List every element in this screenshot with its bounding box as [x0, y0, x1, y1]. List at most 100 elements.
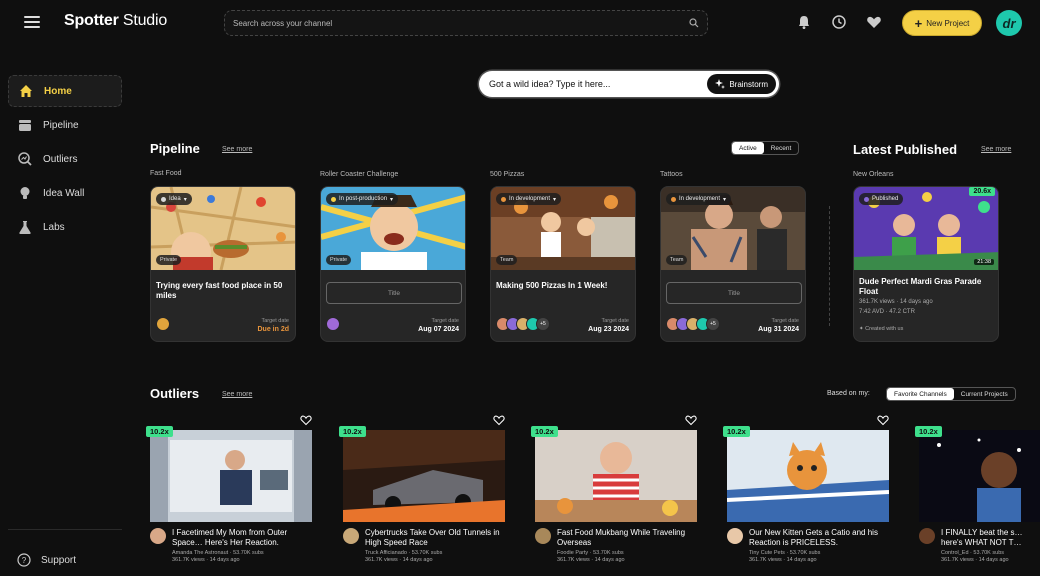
video-title: Dude Perfect Mardi Gras Parade Float: [859, 277, 982, 296]
status-pill[interactable]: Idea ▾: [156, 193, 192, 205]
toggle-favorite-channels[interactable]: Favorite Channels: [887, 388, 954, 400]
views: 361.7K views: [749, 557, 782, 563]
pipeline-icon: [19, 120, 31, 131]
favorite-heart-icon[interactable]: [877, 414, 889, 426]
outlier-card[interactable]: 10.2x I Facetimed My Mom from Outer Spac…: [146, 415, 312, 563]
channel-name[interactable]: Control_Ed: [941, 550, 969, 556]
new-project-button[interactable]: + New Project: [902, 10, 982, 36]
target-date: Target date Aug 23 2024: [588, 318, 629, 333]
outlier-card[interactable]: 10.2x Our New Kitten Gets a Catio and hi…: [723, 415, 889, 563]
outliers-toggle: Favorite Channels Current Projects: [886, 387, 1016, 401]
status-label: Published: [872, 196, 899, 202]
channel-name[interactable]: Tiny Cute Pets: [749, 550, 785, 556]
status-label: In development: [509, 196, 551, 202]
brainstorm-button[interactable]: Brainstorm: [707, 74, 776, 94]
published-ago: 14 days ago: [900, 299, 933, 305]
video-title[interactable]: Cybertrucks Take Over Old Tunnels in Hig…: [365, 528, 505, 548]
channel-name[interactable]: Foodie Party: [557, 550, 588, 556]
latest-see-more-link[interactable]: See more: [981, 146, 1011, 153]
collaborator-avatars: +5: [666, 317, 720, 331]
channel-info: Foodie Party · 53.70K subs: [557, 550, 624, 556]
outlier-card[interactable]: 10.2x Fast Food Mukbang While Traveling …: [531, 415, 697, 563]
search-input[interactable]: [233, 18, 689, 28]
video-title[interactable]: Fast Food Mukbang While Traveling Overse…: [557, 528, 697, 548]
status-pill[interactable]: In development ▾: [496, 193, 562, 205]
ctr: 47.2 CTR: [889, 309, 915, 315]
brainstorm-input[interactable]: [489, 79, 708, 89]
sidebar-item-outliers[interactable]: Outliers: [8, 143, 122, 175]
target-date: Target date Aug 31 2024: [758, 318, 799, 333]
target-value: Aug 07 2024: [418, 326, 459, 333]
channel-avatar[interactable]: [535, 528, 551, 544]
toggle-active[interactable]: Active: [732, 142, 764, 154]
sidebar-item-home[interactable]: Home: [8, 75, 122, 107]
pipeline-see-more-link[interactable]: See more: [222, 146, 252, 153]
status-label: In post-production: [339, 196, 388, 202]
status-pill[interactable]: In development ▾: [666, 193, 732, 205]
channel-name[interactable]: Amanda The Astronaut: [172, 550, 228, 556]
card-group-label: Roller Coaster Challenge: [320, 171, 399, 178]
heart-icon[interactable]: [866, 14, 882, 30]
views: 361.7K views: [172, 557, 205, 563]
channel-avatar[interactable]: [919, 528, 935, 544]
channel-avatar[interactable]: [727, 528, 743, 544]
subs-count: 53.70K subs: [593, 550, 624, 556]
card-thumbnail: In development ▾ Team: [661, 187, 805, 270]
views: 361.7K views: [365, 557, 398, 563]
video-title[interactable]: I FINALLY beat the s… here's WHAT NOT T…: [941, 528, 1040, 548]
sidebar-item-pipeline[interactable]: Pipeline: [8, 109, 122, 141]
brand-logo[interactable]: Spotter Studio: [64, 12, 167, 30]
target-label: Target date: [431, 318, 459, 324]
visibility-pill: Private: [326, 255, 352, 265]
channel-info: Amanda The Astronaut · 53.70K subs: [172, 550, 264, 556]
favorite-heart-icon[interactable]: [300, 414, 312, 426]
user-avatar[interactable]: dr: [996, 10, 1022, 36]
video-thumbnail: [727, 430, 889, 522]
video-thumbnail: [150, 430, 312, 522]
view-info: 361.7K views · 14 days ago: [365, 557, 433, 563]
search-icon[interactable]: [689, 18, 699, 28]
outliers-title: Outliers: [150, 386, 200, 401]
hamburger-menu-icon[interactable]: [24, 14, 40, 30]
visibility-pill: Private: [156, 255, 182, 265]
channel-avatar[interactable]: [150, 528, 166, 544]
channel-name[interactable]: Truck Afficianado: [365, 550, 407, 556]
sidebar-item-idea-wall[interactable]: Idea Wall: [8, 177, 122, 209]
visibility-pill: Team: [496, 255, 518, 265]
title-input[interactable]: Title: [326, 282, 462, 304]
published-ago: 14 days ago: [786, 557, 817, 563]
pipeline-card[interactable]: In development ▾ Team Making 500 Pizzas …: [490, 186, 636, 342]
history-icon[interactable]: [831, 14, 847, 30]
outlier-score-badge: 10.2x: [339, 426, 366, 437]
favorite-heart-icon[interactable]: [493, 414, 505, 426]
pipeline-card[interactable]: In development ▾ Team Title +5 Target da…: [660, 186, 806, 342]
favorite-heart-icon[interactable]: [685, 414, 697, 426]
status-pill: Published: [859, 193, 904, 205]
video-title[interactable]: I Facetimed My Mom from Outer Space… Her…: [172, 528, 312, 548]
sidebar-item-support[interactable]: ? Support: [8, 544, 122, 576]
published-ago: 14 days ago: [209, 557, 240, 563]
pipeline-card[interactable]: Idea ▾ Private Trying every fast food pl…: [150, 186, 296, 342]
outlier-card[interactable]: 10.2x I FINALLY beat the s… here's WHAT …: [915, 426, 1040, 563]
status-label: Idea: [169, 196, 181, 202]
bell-icon[interactable]: [796, 14, 812, 30]
toggle-current-projects[interactable]: Current Projects: [954, 388, 1015, 400]
sidebar-item-labs[interactable]: Labs: [8, 211, 122, 243]
collaborator-avatars: [326, 317, 340, 331]
pipeline-card[interactable]: In post-production ▾ Private Title Targe…: [320, 186, 466, 342]
outliers-see-more-link[interactable]: See more: [222, 391, 252, 398]
view-info: 361.7K views · 14 days ago: [172, 557, 240, 563]
video-title[interactable]: Our New Kitten Gets a Catio and his Reac…: [749, 528, 889, 548]
video-metrics: 7:42 AVD · 47.2 CTR: [859, 309, 915, 315]
card-thumbnail: In post-production ▾ Private: [321, 187, 465, 270]
outlier-card[interactable]: 10.2x Cybertrucks Take Over Old Tunnels …: [339, 415, 505, 563]
title-input[interactable]: Title: [666, 282, 802, 304]
collaborator-avatars: +5: [496, 317, 550, 331]
visibility-pill: Team: [666, 255, 688, 265]
views: 361.7K views: [941, 557, 974, 563]
status-pill[interactable]: In post-production ▾: [326, 193, 399, 205]
channel-avatar[interactable]: [343, 528, 359, 544]
toggle-recent[interactable]: Recent: [764, 142, 799, 154]
video-thumbnail: [919, 430, 1040, 522]
published-card[interactable]: Published 20.6x 21:38 Dude Perfect Mardi…: [853, 186, 999, 342]
